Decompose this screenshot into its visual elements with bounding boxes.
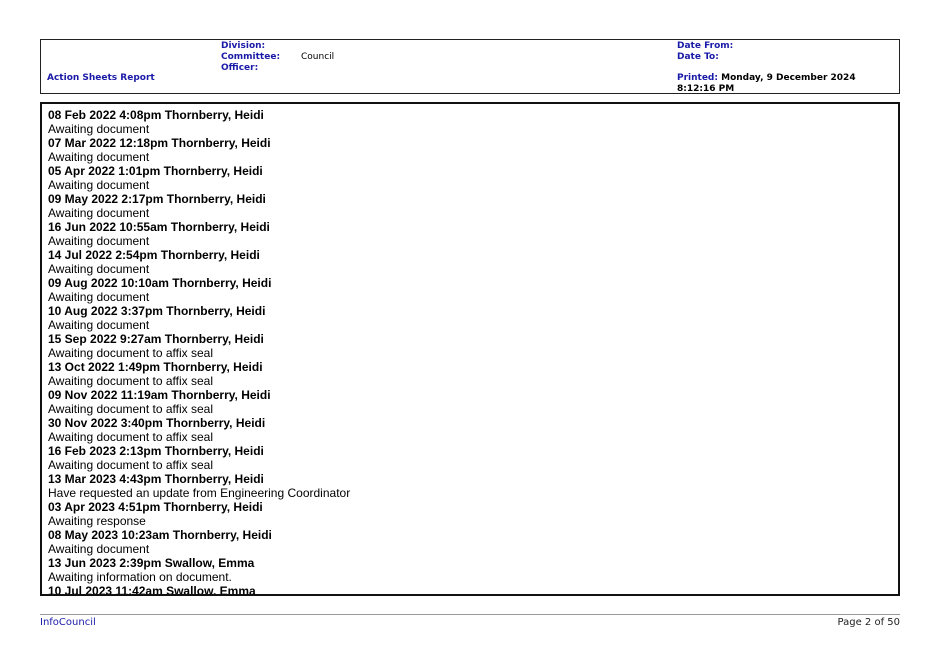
log-entry-header: 10 Jul 2023 11:42am Swallow, Emma	[48, 584, 256, 596]
log-entry-note: Awaiting document	[48, 122, 150, 136]
division-label: Division:	[221, 41, 266, 51]
footer-divider	[40, 614, 900, 615]
officer-label: Officer:	[221, 63, 259, 73]
log-entry: 08 May 2023 10:23am Thornberry, Heidi Awa…	[48, 528, 898, 556]
printed-label: Printed:	[677, 73, 718, 83]
log-entry-header: 03 Apr 2023 4:51pm Thornberry, Heidi	[48, 500, 263, 514]
log-entry: 15 Sep 2022 9:27am Thornberry, Heidi Awai…	[48, 332, 898, 360]
report-title: Action Sheets Report	[47, 73, 155, 83]
log-entry: 05 Apr 2022 1:01pm Thornberry, Heidi Awai…	[48, 164, 898, 192]
log-entry: 14 Jul 2022 2:54pm Thornberry, Heidi Awai…	[48, 248, 898, 276]
log-entry-note: Awaiting information on document.	[48, 570, 232, 584]
log-entry-header: 09 May 2022 2:17pm Thornberry, Heidi	[48, 192, 266, 206]
log-entry-header: 13 Mar 2023 4:43pm Thornberry, Heidi	[48, 472, 264, 486]
date-range: Date From: Date To:	[677, 41, 733, 63]
log-entry-note: Awaiting document to affix seal	[48, 374, 213, 388]
log-entry: 08 Feb 2022 4:08pm Thornberry, Heidi Awai…	[48, 108, 898, 136]
log-entry-header: 05 Apr 2022 1:01pm Thornberry, Heidi	[48, 164, 263, 178]
log-entry-header: 14 Jul 2022 2:54pm Thornberry, Heidi	[48, 248, 260, 262]
log-entry-header: 09 Nov 2022 11:19am Thornberry, Heidi	[48, 388, 271, 402]
log-entry: 13 Jun 2023 2:39pm Swallow, Emma Awaiting…	[48, 556, 898, 584]
log-entry: 16 Jun 2022 10:55am Thornberry, Heidi Awa…	[48, 220, 898, 248]
log-entry-header: 15 Sep 2022 9:27am Thornberry, Heidi	[48, 332, 264, 346]
footer-page-number: Page 2 of 50	[837, 617, 900, 628]
log-entry-note: Awaiting document	[48, 290, 150, 304]
action-log-panel: 08 Feb 2022 4:08pm Thornberry, Heidi Awai…	[40, 102, 900, 596]
log-entry-header: 08 May 2023 10:23am Thornberry, Heidi	[48, 528, 272, 542]
footer-app-name: InfoCouncil	[40, 617, 96, 628]
log-entry-header: 10 Aug 2022 3:37pm Thornberry, Heidi	[48, 304, 266, 318]
log-entry-note: Awaiting document	[48, 318, 150, 332]
log-entry-note: Awaiting document to affix seal	[48, 430, 213, 444]
log-entry-note: Awaiting document	[48, 150, 150, 164]
log-entry-note: Awaiting document to affix seal	[48, 402, 213, 416]
log-entry-header: 30 Nov 2022 3:40pm Thornberry, Heidi	[48, 416, 266, 430]
log-entry-note: Awaiting document	[48, 234, 150, 248]
committee-value: Council	[301, 52, 335, 62]
log-entry-note: Awaiting document	[48, 262, 150, 276]
log-entry-header: 13 Jun 2023 2:39pm Swallow, Emma	[48, 556, 255, 570]
log-entry-note: Have requested an update from Engineerin…	[48, 486, 351, 500]
log-entry: 10 Jul 2023 11:42am Swallow, Emma	[48, 584, 898, 596]
log-entry-note: Awaiting document	[48, 542, 150, 556]
log-entry: 10 Aug 2022 3:37pm Thornberry, Heidi Awai…	[48, 304, 898, 332]
log-entry-note: Awaiting response	[48, 514, 146, 528]
log-entry-header: 09 Aug 2022 10:10am Thornberry, Heidi	[48, 276, 272, 290]
log-entry-note: Awaiting document to affix seal	[48, 458, 213, 472]
log-entry-header: 16 Jun 2022 10:55am Thornberry, Heidi	[48, 220, 270, 234]
log-entry-note: Awaiting document to affix seal	[48, 346, 213, 360]
action-log-list: 08 Feb 2022 4:08pm Thornberry, Heidi Awai…	[42, 104, 898, 596]
header-labels: Division: Committee: Officer:	[221, 41, 280, 74]
log-entry: 03 Apr 2023 4:51pm Thornberry, Heidi Awai…	[48, 500, 898, 528]
log-entry-note: Awaiting document	[48, 206, 150, 220]
date-to-label: Date To:	[677, 52, 719, 62]
log-entry: 13 Oct 2022 1:49pm Thornberry, Heidi Awai…	[48, 360, 898, 388]
log-entry: 09 Aug 2022 10:10am Thornberry, Heidi Awa…	[48, 276, 898, 304]
log-entry: 16 Feb 2023 2:13pm Thornberry, Heidi Awai…	[48, 444, 898, 472]
printed-info: Printed: Monday, 9 December 2024 8:12:16…	[677, 73, 897, 95]
log-entry-header: 16 Feb 2023 2:13pm Thornberry, Heidi	[48, 444, 264, 458]
log-entry: 13 Mar 2023 4:43pm Thornberry, Heidi Have…	[48, 472, 898, 500]
date-from-label: Date From:	[677, 41, 734, 51]
log-entry-note: Awaiting document	[48, 178, 150, 192]
log-entry-header: 07 Mar 2022 12:18pm Thornberry, Heidi	[48, 136, 271, 150]
log-entry: 09 May 2022 2:17pm Thornberry, Heidi Awai…	[48, 192, 898, 220]
report-header: Action Sheets Report Division: Committee…	[40, 39, 900, 94]
log-entry: 09 Nov 2022 11:19am Thornberry, Heidi Awa…	[48, 388, 898, 416]
log-entry: 30 Nov 2022 3:40pm Thornberry, Heidi Awai…	[48, 416, 898, 444]
log-entry-header: 08 Feb 2022 4:08pm Thornberry, Heidi	[48, 108, 264, 122]
log-entry: 07 Mar 2022 12:18pm Thornberry, Heidi Awa…	[48, 136, 898, 164]
committee-label: Committee:	[221, 52, 281, 62]
log-entry-header: 13 Oct 2022 1:49pm Thornberry, Heidi	[48, 360, 263, 374]
